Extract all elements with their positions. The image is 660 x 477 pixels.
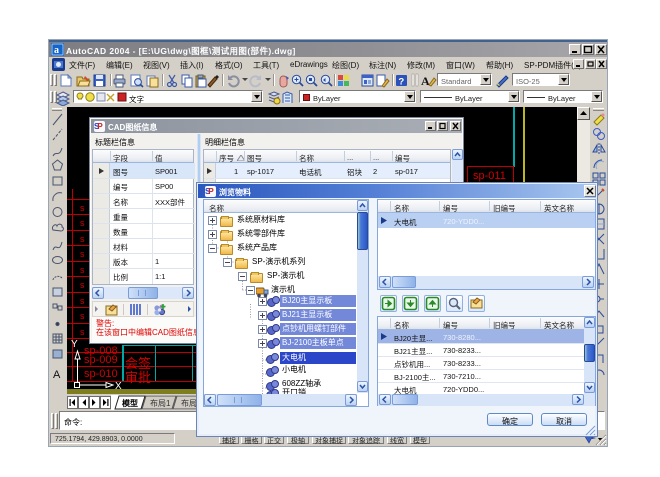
svg-text:Y: Y [71, 339, 78, 350]
svg-text:?: ? [398, 76, 404, 87]
svg-text:a: a [54, 45, 59, 56]
svg-text:A: A [421, 74, 430, 88]
svg-text:A: A [53, 369, 61, 381]
